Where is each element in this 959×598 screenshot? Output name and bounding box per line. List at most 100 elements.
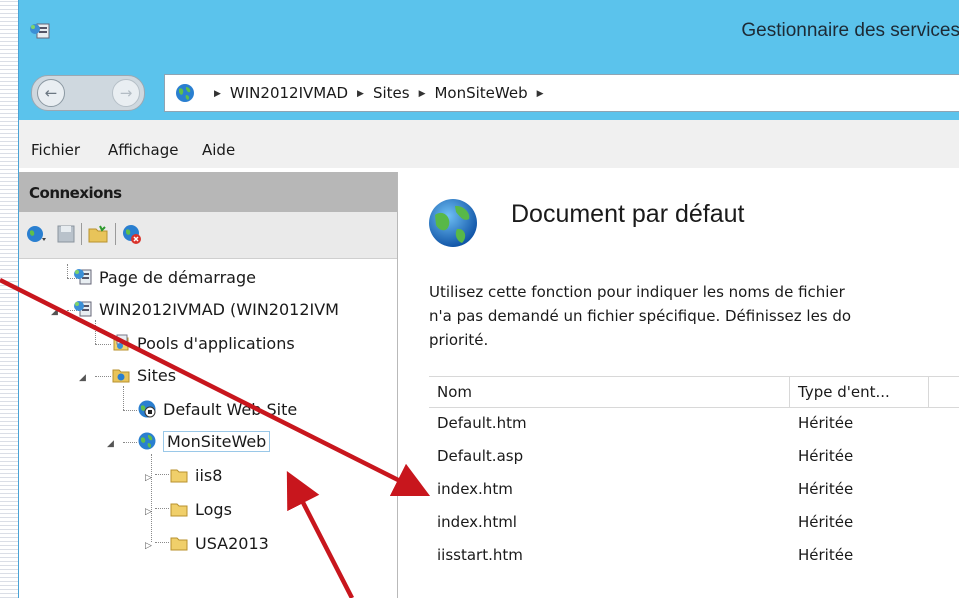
cell-type: Héritée (798, 513, 854, 531)
cell-type: Héritée (798, 480, 854, 498)
arrow-left-icon: ← (44, 84, 58, 102)
collapse-triangle-icon[interactable]: ◢ (79, 373, 86, 383)
forward-button[interactable]: → (112, 79, 140, 107)
tree-item-iis8[interactable]: iis8 (169, 460, 222, 492)
tree-item-label: Sites (137, 366, 177, 385)
tree-item-label: iis8 (195, 466, 223, 485)
cell-name: iisstart.htm (437, 546, 523, 564)
iis-manager-icon (30, 23, 50, 39)
window-title: Gestionnaire des services (741, 20, 959, 41)
connections-header: Connexions (19, 172, 397, 212)
table-header: Nom Type d'ent... (429, 376, 959, 408)
table-row[interactable]: index.htm Héritée (429, 474, 959, 507)
sites-folder-icon (112, 369, 130, 383)
cell-name: index.htm (437, 480, 513, 498)
server-icon (74, 301, 92, 317)
menu-help[interactable]: Aide (202, 141, 235, 159)
connections-pane: Connexions Page de démarrage ◢ WIN2012IV… (19, 172, 398, 598)
tree-item-start-page[interactable]: Page de démarrage (73, 262, 256, 294)
tree-connector (151, 454, 152, 542)
back-button[interactable]: ← (37, 79, 65, 107)
feature-description: Utilisez cette fonction pour indiquer le… (429, 280, 959, 352)
tree-item-logs[interactable]: Logs (169, 494, 232, 526)
tree-item-usa2013[interactable]: USA2013 (169, 528, 269, 560)
folder-icon (170, 469, 188, 483)
save-icon[interactable] (55, 223, 77, 245)
iis-manager-window: Gestionnaire des services ← → ▶ WIN2012IV… (18, 0, 959, 598)
table-row[interactable]: Default.asp Héritée (429, 441, 959, 474)
expand-triangle-icon[interactable]: ▷ (145, 541, 152, 551)
tree-connector (123, 410, 137, 411)
cell-name: Default.htm (437, 414, 527, 432)
globe-icon (176, 84, 194, 102)
cell-type: Héritée (798, 546, 854, 564)
feature-pane: Document par défaut Utilisez cette fonct… (399, 172, 959, 598)
tree-item-sites[interactable]: Sites (111, 360, 176, 392)
tree-item-label: Pools d'applications (137, 334, 295, 353)
cell-type: Héritée (798, 447, 854, 465)
tree-item-server[interactable]: WIN2012IVMAD (WIN2012IVM (73, 294, 339, 326)
breadcrumb-sites[interactable]: Sites (373, 84, 410, 102)
tree-connector (155, 474, 169, 475)
app-pools-icon (113, 334, 129, 351)
collapse-triangle-icon[interactable]: ◢ (51, 307, 58, 317)
toolbar-separator (81, 223, 82, 245)
chevron-right-icon[interactable]: ▶ (537, 89, 544, 99)
tree-connector (155, 508, 169, 509)
menu-bar: Fichier Affichage Aide (19, 120, 959, 168)
tree-item-label: WIN2012IVMAD (WIN2012IVM (99, 300, 339, 319)
arrow-right-icon: → (119, 84, 133, 102)
title-bar: Gestionnaire des services (19, 0, 959, 58)
menu-view[interactable]: Affichage (108, 141, 178, 159)
navigation-bar: ← → ▶ WIN2012IVMAD ▶ Sites ▶ MonSiteWeb ▶ (19, 58, 959, 120)
connections-toolbar (19, 212, 397, 259)
breadcrumb: ▶ WIN2012IVMAD ▶ Sites ▶ MonSiteWeb ▶ (205, 84, 553, 102)
feature-title: Document par défaut (511, 200, 745, 228)
tree-connector (155, 542, 169, 543)
tree-item-label: MonSiteWeb (163, 431, 271, 452)
chevron-right-icon: ▶ (214, 89, 221, 99)
connect-icon[interactable] (25, 223, 47, 245)
connections-title: Connexions (29, 184, 122, 202)
disconnect-icon[interactable] (121, 223, 143, 245)
tree-connector (67, 264, 68, 278)
table-row[interactable]: index.html Héritée (429, 507, 959, 540)
column-header-entry-type[interactable]: Type d'ent... (790, 377, 929, 407)
table-row[interactable]: iisstart.htm Héritée (429, 540, 959, 573)
tree-item-label: Default Web Site (163, 400, 298, 419)
stopped-site-globe-icon (138, 400, 156, 418)
expand-triangle-icon[interactable]: ▷ (145, 507, 152, 517)
breadcrumb-server[interactable]: WIN2012IVMAD (230, 84, 348, 102)
cell-name: Default.asp (437, 447, 524, 465)
nav-buttons: ← → (31, 75, 145, 111)
toolbar-separator (115, 223, 116, 245)
address-bar[interactable]: ▶ WIN2012IVMAD ▶ Sites ▶ MonSiteWeb ▶ (164, 74, 959, 112)
tree-connector (123, 442, 137, 443)
globe-icon (429, 199, 477, 247)
chevron-right-icon: ▶ (418, 89, 426, 99)
description-line: n'a pas demandé un fichier spécifique. D… (429, 307, 852, 325)
tree-item-default-web-site[interactable]: Default Web Site (137, 394, 297, 426)
tree-item-label: USA2013 (195, 534, 269, 553)
folder-icon (170, 503, 188, 517)
column-header-name[interactable]: Nom (429, 377, 790, 407)
breadcrumb-site[interactable]: MonSiteWeb (434, 84, 527, 102)
new-folder-icon[interactable] (87, 223, 109, 245)
globe-icon (138, 432, 156, 450)
collapse-triangle-icon[interactable]: ◢ (107, 439, 114, 449)
tree-connector (95, 344, 111, 345)
connections-tree: Page de démarrage ◢ WIN2012IVMAD (WIN201… (19, 258, 397, 598)
cell-name: index.html (437, 513, 517, 531)
menu-file[interactable]: Fichier (31, 141, 80, 159)
description-line: Utilisez cette fonction pour indiquer le… (429, 283, 845, 301)
table-row[interactable]: Default.htm Héritée (429, 408, 959, 441)
tree-item-app-pools[interactable]: Pools d'applications (111, 328, 295, 360)
cell-type: Héritée (798, 414, 854, 432)
expand-triangle-icon[interactable]: ▷ (145, 473, 152, 483)
tree-connector (95, 376, 111, 377)
folder-icon (170, 537, 188, 551)
tree-item-label: Logs (195, 500, 232, 519)
tree-item-monsiteweb[interactable]: MonSiteWeb (137, 426, 271, 458)
chevron-right-icon: ▶ (357, 89, 364, 99)
description-line: priorité. (429, 331, 489, 349)
